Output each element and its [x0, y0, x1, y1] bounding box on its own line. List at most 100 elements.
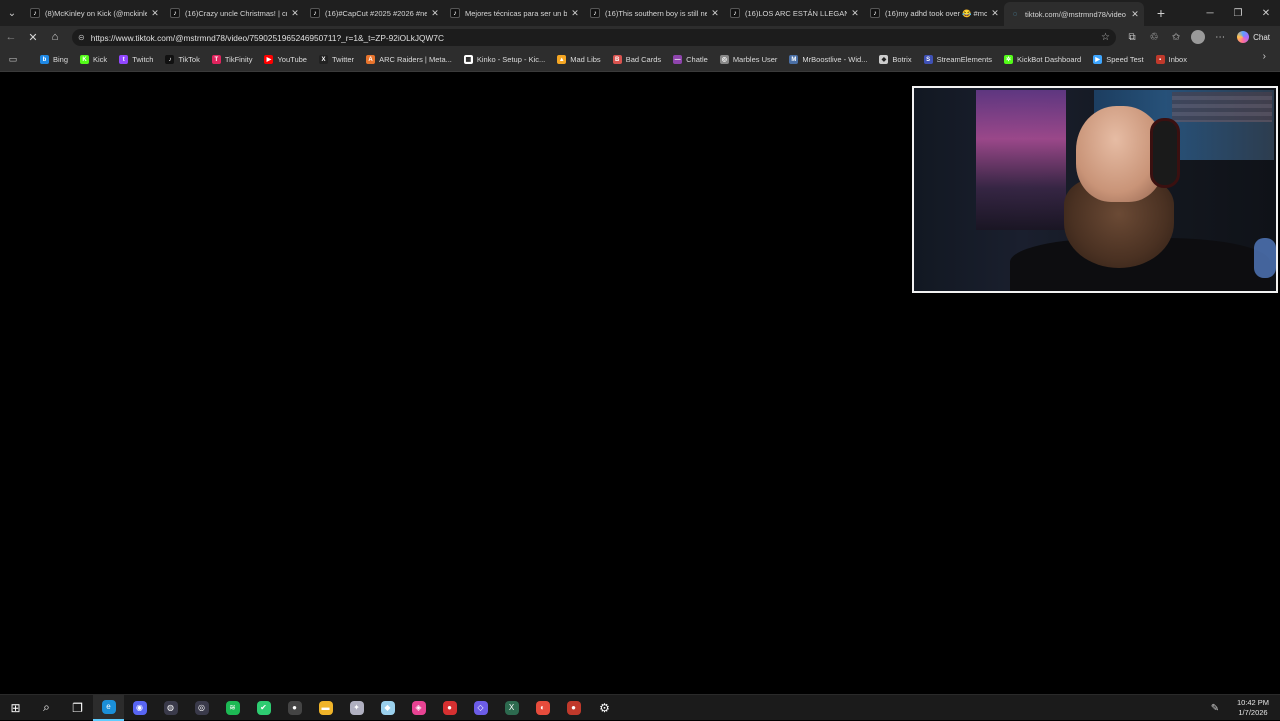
bookmark-item[interactable]: ✲ KickBot Dashboard — [998, 51, 1087, 69]
minimize-icon[interactable]: ─ — [1196, 0, 1224, 26]
loading-icon: ◌ — [1012, 10, 1018, 18]
bookmark-item[interactable]: A ARC Raiders | Meta... — [360, 51, 458, 69]
tab-close-icon[interactable]: ✕ — [570, 8, 580, 19]
bookmark-item[interactable]: ◆ Botrix — [873, 51, 917, 69]
home-icon[interactable]: ⌂ — [44, 26, 66, 48]
bookmark-favicon-icon: ♪ — [165, 55, 175, 64]
tiktok-icon: ♪ — [450, 8, 460, 18]
favorites-icon[interactable]: ✩ — [1167, 28, 1185, 46]
taskbar-clock[interactable]: 10:42 PM 1/7/2026 — [1226, 698, 1280, 718]
task-view-icon[interactable]: ❐ — [62, 695, 93, 721]
more-favorites-chevron-icon[interactable]: › — [1263, 51, 1266, 62]
address-bar[interactable]: ⊝ https://www.tiktok.com/@mstrmnd78/vide… — [72, 29, 1116, 46]
tab-close-icon[interactable]: ✕ — [710, 8, 720, 19]
tab-actions-menu-icon[interactable]: ⌄ — [0, 0, 24, 26]
app-icon-3[interactable]: ✔ — [248, 695, 279, 721]
more-options-icon[interactable]: ⋯ — [1211, 28, 1229, 46]
settings-icon[interactable]: ⚙ — [589, 695, 620, 721]
tiktok-icon: ♪ — [870, 8, 880, 18]
copilot-chat-button[interactable]: Chat — [1233, 28, 1274, 46]
stop-loading-icon[interactable]: ✕ — [22, 26, 44, 48]
bookmark-item[interactable]: t Twitch — [113, 51, 159, 69]
address-url[interactable]: https://www.tiktok.com/@mstrmnd78/video/… — [91, 33, 1101, 43]
bookmark-label: Kick — [93, 55, 108, 64]
app-icon-3-glyph: ✔ — [256, 700, 271, 715]
collections-icon[interactable]: ▭ — [4, 51, 22, 69]
app-icon-10-glyph: ◐ — [535, 700, 550, 715]
app-icon-10[interactable]: ◐ — [527, 695, 558, 721]
tab-title: (16)LOS ARC ESTÁN LLEGANDO — [745, 8, 847, 18]
tab-close-icon[interactable]: ✕ — [150, 8, 160, 19]
search-icon[interactable]: ⌕ — [31, 695, 62, 721]
tab-close-icon[interactable]: ✕ — [850, 8, 860, 19]
tab-3[interactable]: ♪ Mejores técnicas para ser un bu ✕ — [444, 0, 584, 26]
app-icon-11[interactable]: ● — [558, 695, 589, 721]
windows-start-icon[interactable]: ⊞ — [0, 695, 31, 721]
back-icon[interactable]: ← — [0, 26, 22, 48]
new-tab-button[interactable]: + — [1150, 5, 1172, 21]
extensions-icon[interactable]: ⧉ — [1123, 28, 1141, 46]
spotify-icon[interactable]: ≋ — [217, 695, 248, 721]
app-icon-1-glyph: ◍ — [163, 700, 178, 715]
edge-browser-icon-glyph: e — [101, 699, 116, 714]
tab-close-icon[interactable]: ✕ — [990, 8, 1000, 19]
app-icon-8[interactable]: ◇ — [465, 695, 496, 721]
bookmark-label: Bad Cards — [625, 55, 662, 64]
pen-icon[interactable]: ✎ — [1204, 703, 1226, 714]
discord-icon[interactable]: ◉ — [124, 695, 155, 721]
app-icon-5[interactable]: ◆ — [372, 695, 403, 721]
bookmark-item[interactable]: ▲ Mad Libs — [551, 51, 606, 69]
app-icon-2[interactable]: ◎ — [186, 695, 217, 721]
edge-browser-icon[interactable]: e — [93, 694, 124, 721]
tab-6[interactable]: ♪ (16)my adhd took over 😂 #mc ✕ — [864, 0, 1004, 26]
bookmark-item[interactable]: S StreamElements — [918, 51, 998, 69]
windows-taskbar: ⊞ ⌕ ❐ e ◉ ◍ ◎ ≋ ✔ ● ▬ ✦ ◆ ◈ ● ◇ X ◐ ● ⚙ ✎ 10:42 PM 1/7/2026 — [0, 694, 1280, 721]
bookmark-item[interactable]: ◎ Marbles User — [714, 51, 784, 69]
browser-essentials-icon[interactable]: ♲ — [1145, 28, 1163, 46]
bookmark-item[interactable]: M MrBoostlive - Wid... — [783, 51, 873, 69]
search-icon-glyph: ⌕ — [43, 700, 50, 714]
bookmark-favicon-icon: S — [923, 55, 933, 64]
app-icon-9-glyph: X — [504, 700, 519, 715]
spotify-icon-glyph: ≋ — [225, 700, 240, 715]
bookmark-item[interactable]: ▦ Kinko - Setup - Kic... — [458, 51, 551, 69]
tab-close-icon[interactable]: ✕ — [430, 8, 440, 19]
tab-7[interactable]: ◌ tiktok.com/@mstrmnd78/video ✕ — [1004, 2, 1144, 26]
bookmark-item[interactable]: K Kick — [74, 51, 113, 69]
tab-0[interactable]: ♪ (8)McKinley on Kick (@mckinley ✕ — [24, 0, 164, 26]
tab-1[interactable]: ♪ (16)Crazy uncle Christmas! | cra ✕ — [164, 0, 304, 26]
bookmark-item[interactable]: b Bing — [34, 51, 74, 69]
app-icon-9[interactable]: X — [496, 695, 527, 721]
tab-2[interactable]: ♪ (16)#CapCut #2025 #2026 #new ✕ — [304, 0, 444, 26]
taskbar-apps: ⊞ ⌕ ❐ e ◉ ◍ ◎ ≋ ✔ ● ▬ ✦ ◆ ◈ ● ◇ X ◐ ● ⚙ — [0, 694, 620, 721]
bookmark-label: ARC Raiders | Meta... — [379, 55, 452, 64]
bookmark-item[interactable]: T TikFinity — [206, 51, 259, 69]
tab-4[interactable]: ♪ (16)This southern boy is still ne ✕ — [584, 0, 724, 26]
profile-avatar[interactable] — [1189, 28, 1207, 46]
file-explorer-icon[interactable]: ▬ — [310, 695, 341, 721]
bookmark-item[interactable]: ♪ TikTok — [159, 51, 205, 69]
app-icon-4[interactable]: ✦ — [341, 695, 372, 721]
tab-close-icon[interactable]: ✕ — [1130, 9, 1140, 20]
obs-icon[interactable]: ● — [279, 695, 310, 721]
bookmark-item[interactable]: ▪ Inbox — [1150, 51, 1193, 69]
bookmark-item[interactable]: ▶ YouTube — [258, 51, 312, 69]
bookmark-item[interactable]: — Chatle — [667, 51, 714, 69]
site-info-icon[interactable]: ⊝ — [78, 33, 85, 42]
bookmark-item[interactable]: X Twitter — [313, 51, 360, 69]
restore-icon[interactable]: ❐ — [1224, 0, 1252, 26]
tab-5[interactable]: ♪ (16)LOS ARC ESTÁN LLEGANDO✕ — [724, 0, 864, 26]
tab-strip: ♪ (8)McKinley on Kick (@mckinley ✕ ♪ (16)Cra… — [24, 0, 1144, 26]
app-icon-7[interactable]: ● — [434, 695, 465, 721]
clock-time: 10:42 PM — [1236, 698, 1270, 707]
bookmark-favicon-icon: ▶ — [264, 55, 274, 64]
bookmark-item[interactable]: B Bad Cards — [607, 51, 667, 69]
favorite-star-icon[interactable]: ☆ — [1101, 32, 1110, 43]
app-icon-6[interactable]: ◈ — [403, 695, 434, 721]
bookmark-item[interactable]: ▶ Speed Test — [1087, 51, 1149, 69]
webcam-flag — [1172, 92, 1272, 122]
avatar — [1191, 30, 1206, 44]
tab-close-icon[interactable]: ✕ — [290, 8, 300, 19]
app-icon-1[interactable]: ◍ — [155, 695, 186, 721]
close-window-icon[interactable]: ✕ — [1252, 0, 1280, 26]
